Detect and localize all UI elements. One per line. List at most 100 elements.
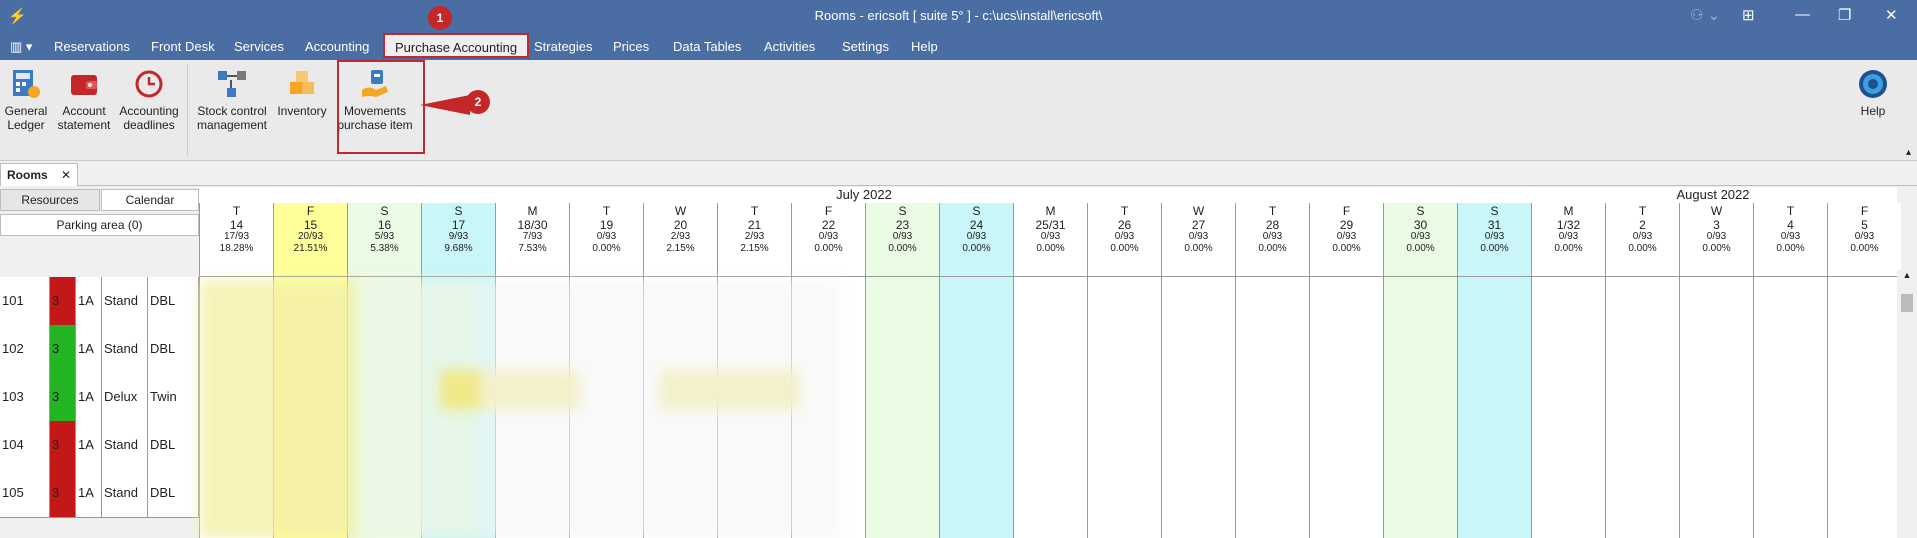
room-type: Stand: [102, 469, 148, 517]
day-o: 0/93: [1336, 231, 1357, 242]
day-column: S 30 0/93 0.00%: [1383, 203, 1457, 538]
room-row[interactable]: 104 3 1A Stand DBL: [0, 421, 199, 470]
room-num: 102: [0, 325, 50, 373]
day-o: 0/93: [1188, 231, 1209, 242]
day-d: T: [1268, 204, 1277, 218]
room-code: 1A: [76, 469, 102, 517]
room-row[interactable]: 101 3 1A Stand DBL: [0, 277, 199, 326]
day-n: 29: [1339, 218, 1354, 232]
day-d: T: [1120, 204, 1129, 218]
booking-block[interactable]: [200, 280, 360, 538]
menu-front-desk[interactable]: Front Desk: [151, 39, 215, 54]
room-type: Stand: [102, 325, 148, 373]
day-o: 17/93: [223, 231, 250, 242]
menu-bar: ▥ ▾ Reservations Front Desk Services Acc…: [0, 32, 1917, 60]
day-o: 0/93: [1706, 231, 1727, 242]
day-o: 0/93: [1410, 231, 1431, 242]
menu-reservations[interactable]: Reservations: [54, 39, 130, 54]
room-bed: DBL: [148, 325, 199, 373]
inventory-label: Inventory: [277, 104, 327, 118]
app-menu-icon[interactable]: ▥ ▾: [10, 39, 32, 55]
day-p: 0.00%: [1036, 243, 1065, 254]
menu-services[interactable]: Services: [234, 39, 284, 54]
help-icon: [1859, 70, 1887, 98]
room-type: Stand: [102, 421, 148, 469]
close-icon[interactable]: ✕: [1885, 6, 1898, 24]
room-floor: 3: [50, 421, 76, 469]
day-p: 0.00%: [1110, 243, 1139, 254]
day-p: 0.00%: [1702, 243, 1731, 254]
accounting-deadlines-label: Accounting deadlines: [119, 104, 179, 132]
boxes-icon: [290, 71, 314, 94]
day-d: S: [380, 204, 389, 218]
day-n: 21: [747, 218, 762, 232]
user-icon[interactable]: ⚇ ⌄: [1690, 6, 1720, 24]
account-statement-button[interactable]: Account statement: [54, 68, 114, 132]
grid-divider: [199, 276, 1897, 277]
room-floor: 3: [50, 325, 76, 373]
restore-icon[interactable]: ❐: [1838, 6, 1851, 24]
day-p: 0.00%: [1554, 243, 1583, 254]
day-d: F: [306, 204, 315, 218]
day-column: F 5 0/93 0.00%: [1827, 203, 1901, 538]
general-ledger-button[interactable]: General Ledger: [2, 68, 50, 132]
callout-badge-2: 2: [466, 90, 490, 114]
menu-settings[interactable]: Settings: [842, 39, 889, 54]
day-column: T 4 0/93 0.00%: [1753, 203, 1827, 538]
room-bed: DBL: [148, 469, 199, 517]
parking-area[interactable]: Parking area (0): [0, 214, 199, 236]
scroll-up-icon[interactable]: ▲: [1897, 270, 1917, 280]
room-type: Delux: [102, 373, 148, 421]
minimize-icon[interactable]: —: [1795, 6, 1810, 23]
help-label: Help: [1860, 104, 1886, 118]
menu-prices[interactable]: Prices: [613, 39, 649, 54]
room-row[interactable]: 103 3 1A Delux Twin: [0, 373, 199, 422]
menu-accounting[interactable]: Accounting: [305, 39, 369, 54]
day-p: 18.28%: [219, 243, 254, 254]
day-n: 24: [969, 218, 984, 232]
day-o: 9/93: [448, 231, 469, 242]
day-p: 0.00%: [962, 243, 991, 254]
day-n: 30: [1413, 218, 1428, 232]
general-ledger-label: General Ledger: [4, 104, 48, 132]
tab-close-icon[interactable]: ✕: [61, 168, 71, 182]
day-p: 0.00%: [1184, 243, 1213, 254]
day-n: 22: [821, 218, 836, 232]
help-button[interactable]: Help: [1853, 68, 1893, 118]
day-column: F 29 0/93 0.00%: [1309, 203, 1383, 538]
scroll-thumb[interactable]: [1901, 294, 1913, 312]
collapse-ribbon-icon[interactable]: ▴: [1906, 147, 1911, 158]
calendar-tab[interactable]: Calendar: [101, 189, 199, 211]
stock-control-management-button[interactable]: Stock control management: [192, 68, 272, 132]
day-o: 2/93: [670, 231, 691, 242]
booking-block[interactable]: [480, 280, 840, 538]
day-n: 31: [1487, 218, 1502, 232]
menu-help[interactable]: Help: [911, 39, 938, 54]
day-column: M 1/32 0/93 0.00%: [1531, 203, 1605, 538]
day-p: 0.00%: [1406, 243, 1435, 254]
accounting-deadlines-button[interactable]: Accounting deadlines: [116, 68, 182, 132]
resources-tab[interactable]: Resources: [0, 189, 100, 211]
menu-activities[interactable]: Activities: [764, 39, 815, 54]
day-d: T: [1638, 204, 1647, 218]
menu-strategies[interactable]: Strategies: [534, 39, 593, 54]
day-d: S: [454, 204, 463, 218]
menu-data-tables[interactable]: Data Tables: [673, 39, 741, 54]
day-o: 0/93: [818, 231, 839, 242]
day-column: W 3 0/93 0.00%: [1679, 203, 1753, 538]
layout-icon[interactable]: ⊞: [1742, 6, 1755, 24]
room-num: 103: [0, 373, 50, 421]
room-row[interactable]: 102 3 1A Stand DBL: [0, 325, 199, 374]
day-n: 5: [1861, 218, 1868, 232]
menu-purchase-accounting[interactable]: Purchase Accounting: [383, 33, 530, 58]
room-bed: DBL: [148, 421, 199, 469]
day-d: S: [1490, 204, 1499, 218]
tab-rooms[interactable]: Rooms ✕: [0, 163, 79, 186]
inventory-button[interactable]: Inventory: [275, 68, 329, 118]
room-floor: 3: [50, 373, 76, 421]
day-column: T 26 0/93 0.00%: [1087, 203, 1161, 538]
room-row[interactable]: 105 3 1A Stand DBL: [0, 469, 199, 518]
day-d: S: [1416, 204, 1425, 218]
room-floor: 3: [50, 277, 76, 325]
vertical-scrollbar[interactable]: ▲: [1897, 270, 1917, 538]
